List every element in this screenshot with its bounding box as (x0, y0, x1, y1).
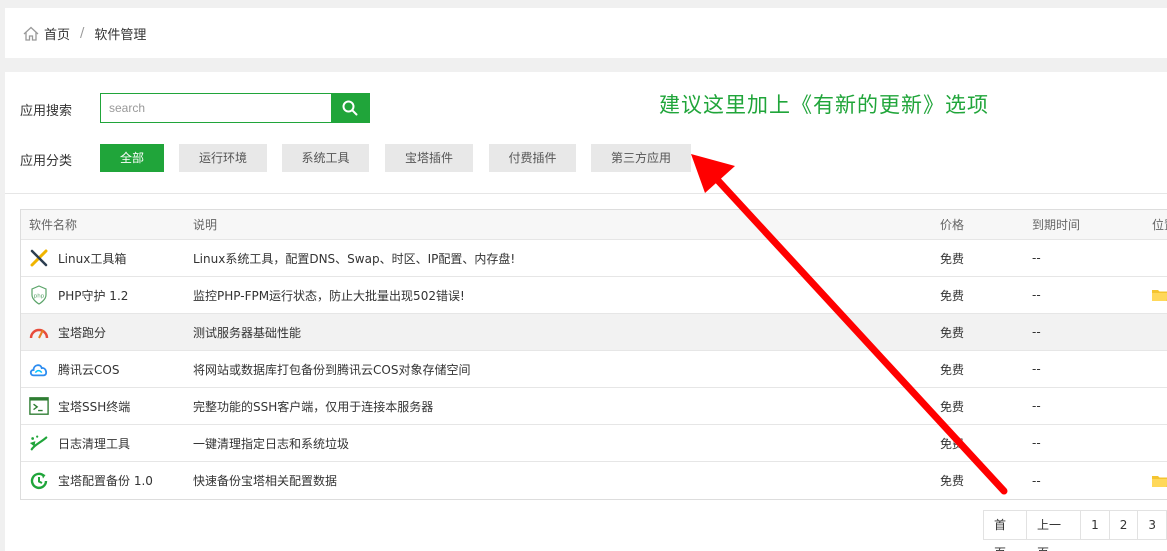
page-1[interactable]: 1 (1081, 511, 1110, 539)
page-prev[interactable]: 上一页 (1027, 511, 1082, 551)
software-price: 免费 (940, 362, 965, 377)
table-row[interactable]: php PHP守护 1.2 监控PHP-FPM运行状态，防止大批量出现502错误… (21, 277, 1167, 314)
software-expire: -- (1032, 362, 1041, 376)
software-expire: -- (1032, 436, 1041, 450)
folder-icon[interactable] (1152, 277, 1167, 313)
terminal-icon (29, 396, 49, 416)
category-label: 应用分类 (20, 154, 73, 169)
category-runtime[interactable]: 运行环境 (179, 144, 267, 172)
table-row[interactable]: 日志清理工具 一键清理指定日志和系统垃圾 免费 -- (21, 425, 1167, 462)
software-panel: 应用搜索 建议这里加上《有新的更新》选项 应用分类 全部 运行环境 系统工具 宝… (5, 72, 1167, 551)
software-expire: -- (1032, 288, 1041, 302)
software-name[interactable]: PHP守护 1.2 (58, 287, 128, 304)
svg-text:php: php (34, 294, 45, 300)
divider (5, 193, 1167, 194)
category-paid-plugins[interactable]: 付费插件 (489, 144, 576, 172)
software-table: 软件名称 说明 价格 到期时间 位置 Linux工具箱 Linux系统工具，配置… (20, 209, 1167, 500)
software-name[interactable]: 宝塔SSH终端 (58, 398, 130, 415)
header-expire: 到期时间 (1032, 218, 1081, 232)
search-input[interactable] (101, 94, 331, 122)
backup-clock-icon (29, 471, 49, 491)
software-price: 免费 (940, 399, 965, 414)
software-price: 免费 (940, 474, 965, 488)
search-label: 应用搜索 (20, 104, 73, 119)
table-row[interactable]: Linux工具箱 Linux系统工具，配置DNS、Swap、时区、IP配置、内存… (21, 240, 1167, 277)
table-row[interactable]: 腾讯云COS 将网站或数据库打包备份到腾讯云COS对象存储空间 免费 -- (21, 351, 1167, 388)
header-name: 软件名称 (29, 218, 78, 232)
tools-icon (29, 248, 49, 268)
search-icon (342, 100, 358, 116)
header-price: 价格 (940, 218, 965, 232)
software-price: 免费 (940, 288, 965, 303)
category-bt-plugins[interactable]: 宝塔插件 (385, 144, 473, 172)
php-shield-icon: php (29, 285, 49, 305)
software-price: 免费 (940, 436, 965, 451)
table-row[interactable]: 宝塔SSH终端 完整功能的SSH客户端，仅用于连接本服务器 免费 -- (21, 388, 1167, 425)
cloud-icon (29, 359, 49, 379)
search-button[interactable] (331, 94, 369, 122)
software-desc: 一键清理指定日志和系统垃圾 (193, 436, 350, 451)
software-expire: -- (1032, 325, 1041, 339)
annotation-text: 建议这里加上《有新的更新》选项 (659, 93, 989, 117)
software-name[interactable]: 腾讯云COS (58, 361, 119, 378)
software-name[interactable]: 宝塔跑分 (58, 324, 106, 341)
software-expire: -- (1032, 473, 1041, 488)
software-price: 免费 (940, 251, 965, 266)
header-position: 位置 (1152, 218, 1167, 232)
pagination: 首页 上一页 1 2 3 (983, 510, 1167, 551)
software-price: 免费 (940, 325, 965, 340)
category-all[interactable]: 全部 (100, 144, 164, 172)
breadcrumb-current: 软件管理 (94, 28, 147, 43)
header-desc: 说明 (193, 218, 218, 232)
table-row[interactable]: 宝塔跑分 测试服务器基础性能 免费 -- (21, 314, 1167, 351)
category-system-tools[interactable]: 系统工具 (282, 144, 369, 172)
page-first[interactable]: 首页 (984, 511, 1028, 551)
table-header: 软件名称 说明 价格 到期时间 位置 (21, 210, 1167, 240)
speedometer-icon (29, 322, 49, 342)
software-name[interactable]: Linux工具箱 (58, 250, 126, 267)
category-third-party[interactable]: 第三方应用 (591, 144, 691, 172)
folder-icon[interactable] (1152, 462, 1167, 499)
page-2[interactable]: 2 (1109, 511, 1139, 539)
table-row[interactable]: 宝塔配置备份 1.0 快速备份宝塔相关配置数据 免费 -- (21, 462, 1167, 499)
software-desc: 快速备份宝塔相关配置数据 (193, 474, 338, 488)
broom-icon (29, 433, 49, 453)
software-name[interactable]: 日志清理工具 (58, 435, 130, 452)
home-icon[interactable] (23, 26, 39, 41)
software-desc: 将网站或数据库打包备份到腾讯云COS对象存储空间 (193, 362, 471, 377)
breadcrumb-bar: 首页 / 软件管理 (5, 8, 1167, 58)
software-desc: 监控PHP-FPM运行状态，防止大批量出现502错误! (193, 288, 465, 303)
software-desc: Linux系统工具，配置DNS、Swap、时区、IP配置、内存盘! (193, 251, 516, 266)
breadcrumb: 首页 / 软件管理 (23, 24, 146, 43)
breadcrumb-separator: / (80, 26, 85, 41)
software-name[interactable]: 宝塔配置备份 1.0 (58, 472, 153, 489)
software-expire: -- (1032, 399, 1041, 413)
software-expire: -- (1032, 251, 1041, 265)
software-desc: 完整功能的SSH客户端，仅用于连接本服务器 (193, 399, 434, 414)
page-3[interactable]: 3 (1138, 511, 1167, 539)
breadcrumb-home[interactable]: 首页 (44, 24, 70, 43)
search-box (100, 93, 370, 123)
software-desc: 测试服务器基础性能 (193, 325, 302, 340)
